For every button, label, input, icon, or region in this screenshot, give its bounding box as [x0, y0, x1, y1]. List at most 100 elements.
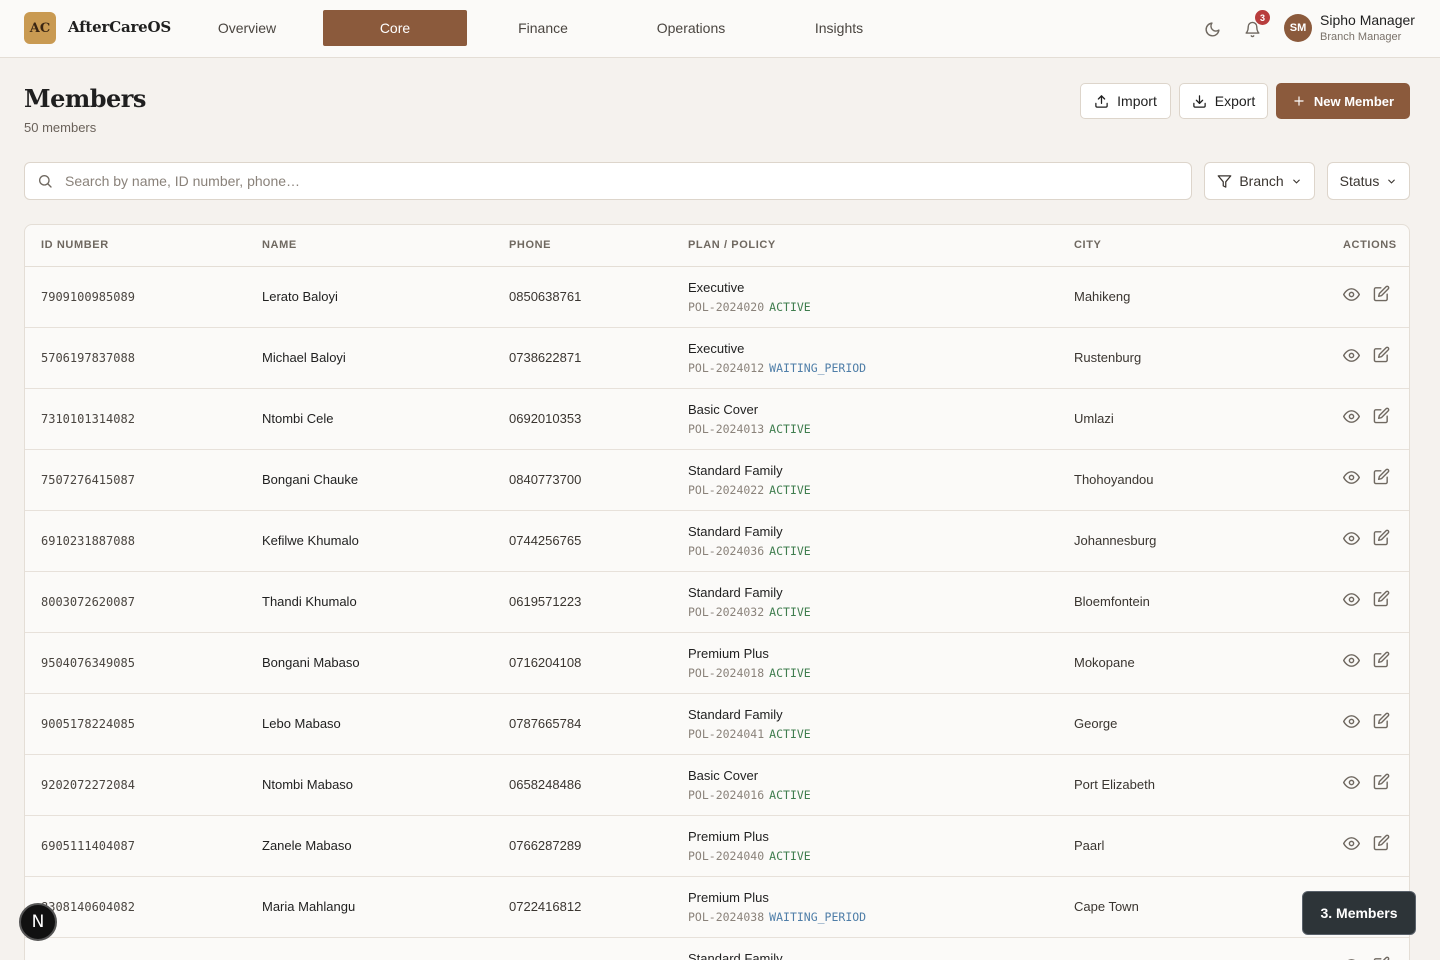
- table-row[interactable]: 5706197837088 Michael Baloyi 0738622871 Exe…: [25, 328, 1409, 389]
- city: Rustenburg: [1074, 350, 1142, 365]
- edit-icon: [1373, 285, 1390, 302]
- member-name[interactable]: Thandi Khumalo: [262, 594, 357, 609]
- table-row[interactable]: 6905111404087 Zanele Mabaso 0766287289 Prem…: [25, 816, 1409, 877]
- app-name[interactable]: AfterCareOS: [68, 18, 171, 36]
- edit-button[interactable]: [1373, 712, 1390, 734]
- search-input[interactable]: [65, 163, 1165, 199]
- city: Cape Town: [1074, 899, 1139, 914]
- view-button[interactable]: [1343, 835, 1360, 857]
- filter-icon: [1217, 174, 1232, 188]
- table-row[interactable]: 8308140604082 Maria Mahlangu 0722416812 Pre…: [25, 877, 1409, 938]
- edit-button[interactable]: [1373, 651, 1390, 673]
- logo-badge[interactable]: AC: [24, 12, 56, 44]
- table-row[interactable]: 9005178224085 Lebo Mabaso 0787665784 Standa…: [25, 694, 1409, 755]
- member-name[interactable]: Ntombi Mabaso: [262, 777, 353, 792]
- avatar[interactable]: SM: [1284, 14, 1312, 42]
- member-name[interactable]: Kefilwe Khumalo: [262, 533, 359, 548]
- eye-icon: [1343, 532, 1360, 545]
- edit-icon: [1373, 956, 1390, 960]
- status-filter[interactable]: Status: [1327, 162, 1410, 200]
- view-button[interactable]: [1343, 652, 1360, 674]
- policy-info: POL-2024022 ACTIVE: [688, 483, 811, 497]
- policy-number: POL-2024018: [688, 666, 765, 680]
- edit-icon: [1373, 590, 1390, 607]
- member-name[interactable]: Michael Baloyi: [262, 350, 346, 365]
- policy-number: POL-2024032: [688, 605, 765, 619]
- view-button[interactable]: [1343, 530, 1360, 552]
- member-name[interactable]: Bongani Chauke: [262, 472, 358, 487]
- edit-button[interactable]: [1373, 529, 1390, 551]
- member-name[interactable]: Lerato Baloyi: [262, 289, 338, 304]
- phone-number: 0850638761: [509, 289, 582, 304]
- view-button[interactable]: [1343, 713, 1360, 735]
- member-name[interactable]: Zanele Mabaso: [262, 838, 352, 853]
- import-button[interactable]: Import: [1080, 83, 1171, 119]
- edit-button[interactable]: [1373, 346, 1390, 368]
- phone-number: 0716204108: [509, 655, 582, 670]
- status-badge: ACTIVE: [769, 788, 811, 802]
- view-button[interactable]: [1343, 774, 1360, 796]
- branch-filter[interactable]: Branch: [1204, 162, 1315, 200]
- policy-info: POL-2024016 ACTIVE: [688, 788, 811, 802]
- phone-number: 0658248486: [509, 777, 582, 792]
- new-member-button[interactable]: New Member: [1276, 83, 1410, 119]
- edit-button[interactable]: [1373, 407, 1390, 429]
- edit-button[interactable]: [1373, 468, 1390, 490]
- edit-button[interactable]: [1373, 773, 1390, 795]
- phone-number: 0722416812: [509, 899, 582, 914]
- view-button[interactable]: [1343, 347, 1360, 369]
- edit-button[interactable]: [1373, 285, 1390, 307]
- table-row[interactable]: 7310101314082 Ntombi Cele 0692010353 Basic …: [25, 389, 1409, 450]
- view-button[interactable]: [1343, 286, 1360, 308]
- id-number: 9504076349085: [41, 656, 135, 670]
- tab-operations[interactable]: Operations: [619, 10, 763, 46]
- city: Bloemfontein: [1074, 594, 1150, 609]
- member-name[interactable]: Bongani Mabaso: [262, 655, 360, 670]
- member-name[interactable]: Maria Mahlangu: [262, 899, 355, 914]
- table-row[interactable]: 7909100985089 Lerato Baloyi 0850638761 Exec…: [25, 267, 1409, 328]
- table-row[interactable]: Standard Family: [25, 938, 1409, 960]
- table-row[interactable]: 9504076349085 Bongani Mabaso 0716204108 Pre…: [25, 633, 1409, 694]
- edit-button[interactable]: [1373, 956, 1390, 960]
- view-button[interactable]: [1343, 469, 1360, 491]
- table-row[interactable]: 8003072620087 Thandi Khumalo 0619571223 Sta…: [25, 572, 1409, 633]
- status-badge: WAITING_PERIOD: [769, 361, 867, 375]
- column-header-name[interactable]: NAME: [262, 239, 297, 251]
- view-button[interactable]: [1343, 591, 1360, 613]
- plan-name: Basic Cover: [688, 768, 759, 783]
- edit-button[interactable]: [1373, 834, 1390, 856]
- export-button[interactable]: Export: [1179, 83, 1268, 119]
- chevron-down-icon: [1388, 179, 1396, 184]
- member-name[interactable]: Ntombi Cele: [262, 411, 334, 426]
- table-row[interactable]: 7507276415087 Bongani Chauke 0840773700 Sta…: [25, 450, 1409, 511]
- column-header-id[interactable]: ID NUMBER: [41, 239, 109, 251]
- dev-tools-badge[interactable]: N: [19, 903, 57, 941]
- eye-icon: [1343, 288, 1360, 301]
- column-header-city[interactable]: CITY: [1074, 239, 1101, 251]
- table-row[interactable]: 9202072272084 Ntombi Mabaso 0658248486 Basi…: [25, 755, 1409, 816]
- column-header-phone[interactable]: PHONE: [509, 239, 551, 251]
- id-number: 7909100985089: [41, 290, 135, 304]
- phone-number: 0738622871: [509, 350, 582, 365]
- policy-info: POL-2024038 WAITING_PERIOD: [688, 910, 866, 924]
- status-badge: ACTIVE: [769, 544, 811, 558]
- tab-finance[interactable]: Finance: [471, 10, 615, 46]
- policy-number: POL-2024012: [688, 361, 765, 375]
- user-role: Branch Manager: [1320, 31, 1402, 43]
- edit-button[interactable]: [1373, 590, 1390, 612]
- user-name[interactable]: Sipho Manager: [1320, 12, 1415, 28]
- tab-core[interactable]: Core: [323, 10, 467, 46]
- top-bar: AC AfterCareOS Overview Core Finance Ope…: [0, 0, 1440, 58]
- view-button[interactable]: [1343, 408, 1360, 430]
- column-header-plan[interactable]: PLAN / POLICY: [688, 239, 776, 251]
- page-title: Members: [24, 84, 146, 113]
- theme-toggle-button[interactable]: [1200, 17, 1224, 41]
- tab-insights[interactable]: Insights: [767, 10, 911, 46]
- tab-overview[interactable]: Overview: [175, 10, 319, 46]
- member-name[interactable]: Lebo Mabaso: [262, 716, 341, 731]
- plan-name: Standard Family: [688, 951, 783, 960]
- table-row[interactable]: 6910231887088 Kefilwe Khumalo 0744256765 St…: [25, 511, 1409, 572]
- policy-info: POL-2024013 ACTIVE: [688, 422, 811, 436]
- policy-info: POL-2024018 ACTIVE: [688, 666, 811, 680]
- eye-icon: [1343, 410, 1360, 423]
